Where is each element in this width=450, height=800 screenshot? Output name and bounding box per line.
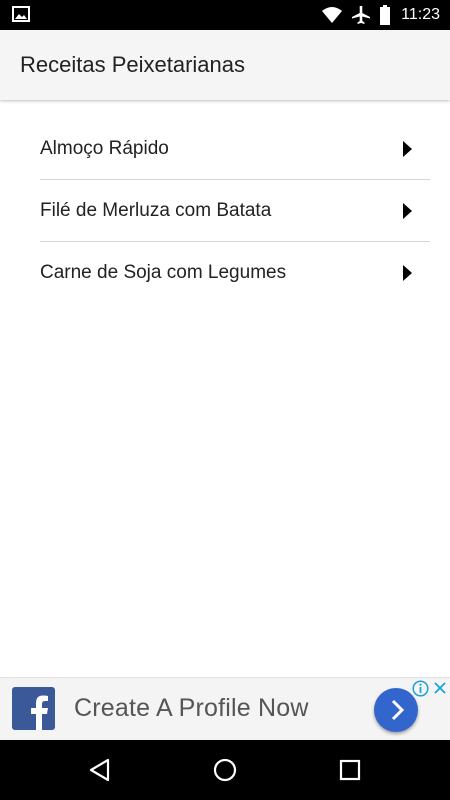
chevron-right-icon bbox=[403, 140, 412, 157]
chevron-right-icon bbox=[403, 202, 412, 219]
battery-icon bbox=[380, 5, 391, 25]
page-title: Receitas Peixetarianas bbox=[20, 52, 246, 77]
list-item-label: Carne de Soja com Legumes bbox=[40, 262, 287, 283]
home-icon[interactable] bbox=[212, 757, 238, 783]
close-icon[interactable] bbox=[432, 680, 448, 696]
list-item[interactable]: Carne de Soja com Legumes bbox=[40, 242, 430, 304]
recipe-list: Almoço Rápido Filé de Merluza com Batata… bbox=[40, 118, 430, 304]
status-bar: 11:23 bbox=[0, 0, 450, 30]
chevron-right-icon bbox=[403, 265, 412, 281]
status-icons: 11:23 bbox=[321, 0, 440, 30]
list-item[interactable]: Filé de Merluza com Batata bbox=[40, 180, 430, 242]
wifi-icon bbox=[322, 7, 343, 23]
clock: 11:23 bbox=[401, 6, 440, 23]
info-icon[interactable] bbox=[412, 680, 429, 697]
list-item-label: Filé de Merluza com Batata bbox=[40, 199, 272, 221]
recents-icon[interactable] bbox=[337, 757, 363, 783]
ad-headline: Create A Profile Now bbox=[74, 694, 309, 722]
list-item-label: Almoço Rápido bbox=[40, 137, 169, 159]
airplane-icon bbox=[352, 6, 371, 24]
navigation-bar bbox=[0, 740, 450, 800]
app-bar: Receitas Peixetarianas bbox=[0, 30, 450, 100]
facebook-logo bbox=[12, 687, 55, 730]
list-item[interactable]: Almoço Rápido bbox=[40, 118, 430, 180]
ad-banner[interactable]: Create A Profile Now bbox=[0, 677, 450, 740]
image-icon bbox=[12, 6, 30, 22]
back-icon[interactable] bbox=[87, 757, 113, 783]
